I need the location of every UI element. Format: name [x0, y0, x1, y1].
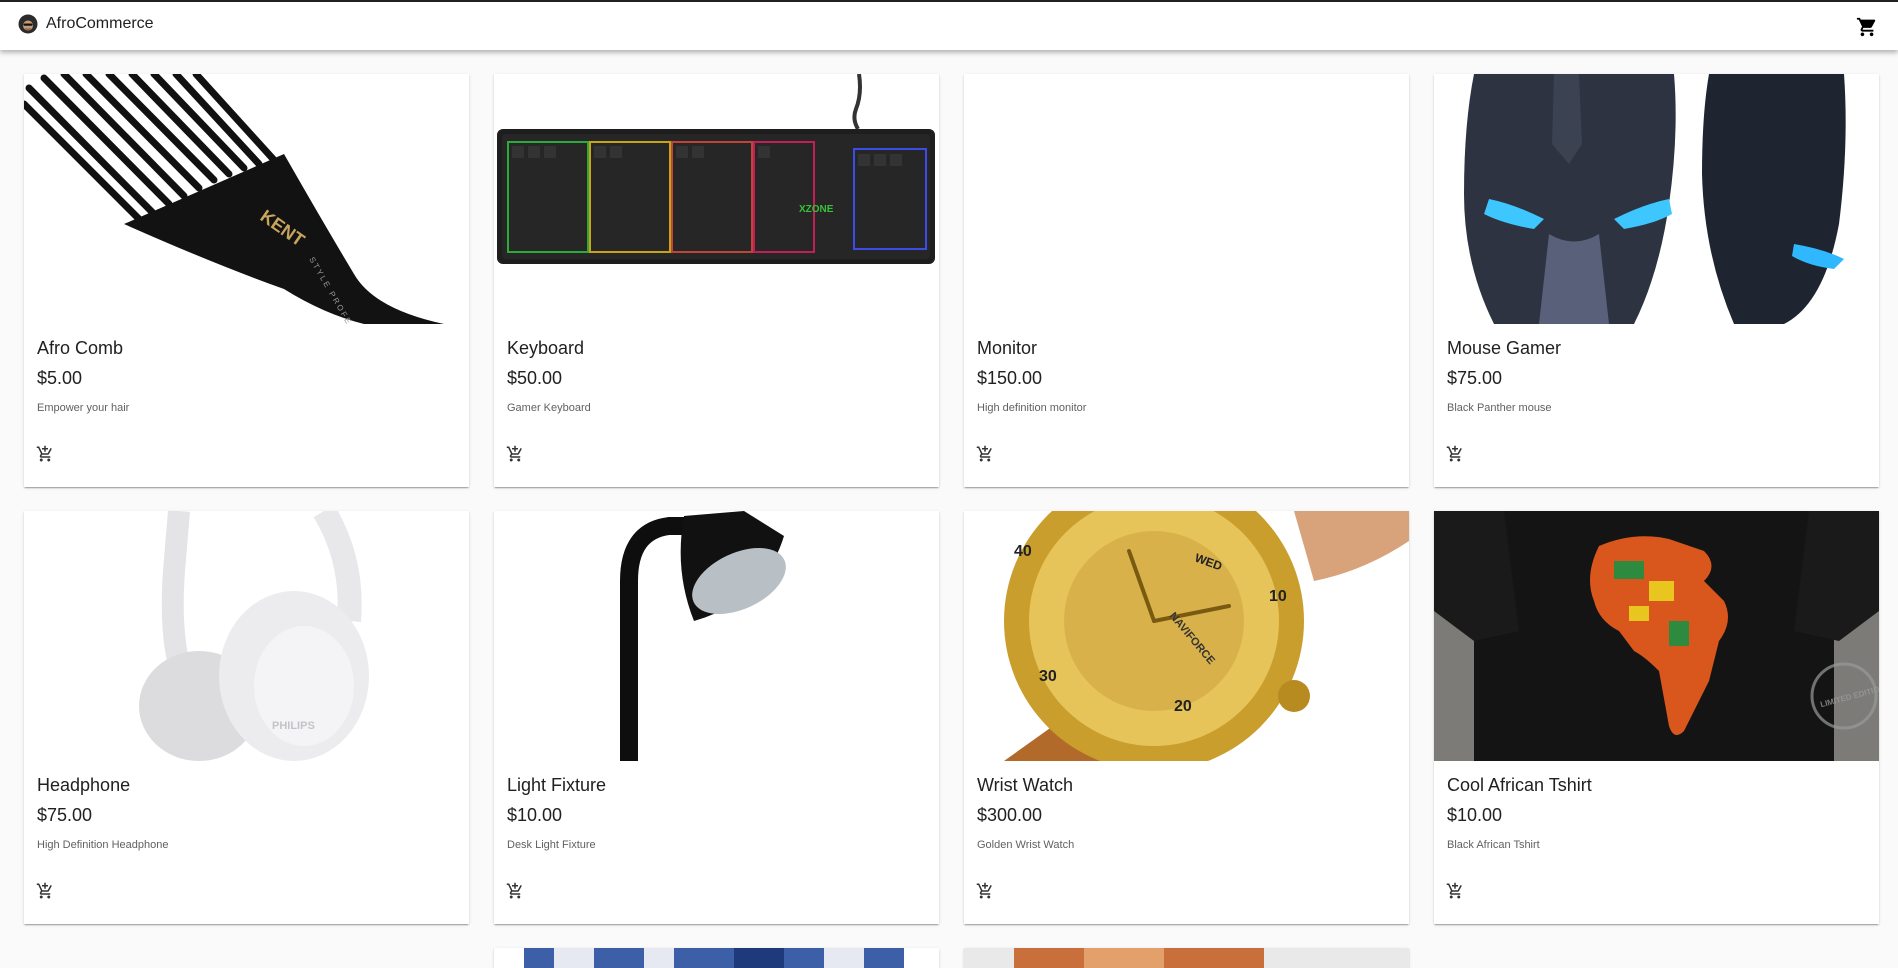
- add-shopping-cart-icon: [1446, 445, 1462, 462]
- product-card-partial[interactable]: [494, 948, 939, 968]
- keyboard-brand-text: XZONE: [799, 204, 834, 215]
- watch-number-30: 30: [1039, 668, 1057, 685]
- product-name: Monitor: [977, 338, 1038, 358]
- tshirt-image[interactable]: LIMITED EDITION: [1434, 511, 1879, 761]
- watch-image[interactable]: WED NAVIFORCE 10 20 30 40: [964, 511, 1409, 761]
- add-to-cart-button[interactable]: [36, 882, 56, 902]
- product-card-headphone[interactable]: PHILIPS Headphone $75.00 High Definition…: [24, 511, 469, 924]
- add-to-cart-button[interactable]: [1446, 882, 1466, 902]
- app-bar: AfroCommerce: [0, 0, 1898, 50]
- product-description: Desk Light Fixture: [507, 839, 596, 851]
- add-shopping-cart-icon: [506, 445, 522, 462]
- add-to-cart-button[interactable]: [976, 445, 996, 465]
- headphone-brand-text: PHILIPS: [272, 720, 315, 732]
- keyboard-image[interactable]: XZONE: [494, 74, 939, 324]
- add-shopping-cart-icon: [36, 445, 52, 462]
- product-image-partial[interactable]: [494, 948, 939, 968]
- product-card-mouse-gamer[interactable]: Mouse Gamer $75.00 Black Panther mouse: [1434, 74, 1879, 487]
- add-shopping-cart-icon: [976, 445, 992, 462]
- afro-face-logo-icon: [18, 14, 38, 34]
- afro-comb-image[interactable]: KENT STYLE PROFESSIONAL: [24, 74, 469, 324]
- product-price: $50.00: [507, 368, 563, 388]
- add-to-cart-button[interactable]: [976, 882, 996, 902]
- product-price: $5.00: [37, 368, 83, 388]
- product-description: High Definition Headphone: [37, 839, 169, 851]
- cart-button[interactable]: [1856, 16, 1878, 38]
- brand[interactable]: AfroCommerce: [18, 14, 154, 34]
- product-price: $75.00: [37, 805, 93, 825]
- add-to-cart-button[interactable]: [506, 445, 526, 465]
- watch-number-20: 20: [1174, 698, 1192, 715]
- lamp-image[interactable]: [494, 511, 939, 761]
- product-name: Mouse Gamer: [1447, 338, 1562, 358]
- monitor-image[interactable]: [964, 74, 1409, 324]
- product-card-african-tshirt[interactable]: LIMITED EDITION Cool African Tshirt $10.…: [1434, 511, 1879, 924]
- app-title: AfroCommerce: [46, 15, 154, 32]
- product-name: Keyboard: [507, 338, 585, 358]
- product-card-light-fixture[interactable]: Light Fixture $10.00 Desk Light Fixture: [494, 511, 939, 924]
- add-shopping-cart-icon: [36, 882, 52, 899]
- product-description: High definition monitor: [977, 402, 1087, 414]
- product-card-partial[interactable]: [964, 948, 1409, 968]
- product-name: Cool African Tshirt: [1447, 775, 1592, 795]
- product-price: $150.00: [977, 368, 1043, 388]
- product-name: Headphone: [37, 775, 131, 795]
- product-description: Golden Wrist Watch: [977, 839, 1075, 851]
- product-card-afro-comb[interactable]: KENT STYLE PROFESSIONAL Afro Comb $5.00 …: [24, 74, 469, 487]
- add-shopping-cart-icon: [976, 882, 992, 899]
- product-description: Black Panther mouse: [1447, 402, 1552, 414]
- watch-number-10: 10: [1269, 588, 1287, 605]
- add-to-cart-button[interactable]: [1446, 445, 1466, 465]
- product-card-monitor[interactable]: Monitor $150.00 High definition monitor: [964, 74, 1409, 487]
- headphone-image[interactable]: PHILIPS: [24, 511, 469, 761]
- product-name: Afro Comb: [37, 338, 124, 358]
- product-name: Light Fixture: [507, 775, 607, 795]
- product-description: Gamer Keyboard: [507, 402, 591, 414]
- product-price: $300.00: [977, 805, 1043, 825]
- product-description: Black African Tshirt: [1447, 839, 1540, 851]
- product-description: Empower your hair: [37, 402, 130, 414]
- product-price: $10.00: [507, 805, 563, 825]
- product-name: Wrist Watch: [977, 775, 1074, 795]
- product-image-partial[interactable]: [964, 948, 1409, 968]
- product-price: $10.00: [1447, 805, 1503, 825]
- add-to-cart-button[interactable]: [36, 445, 56, 465]
- add-to-cart-button[interactable]: [506, 882, 526, 902]
- add-shopping-cart-icon: [1446, 882, 1462, 899]
- add-shopping-cart-icon: [506, 882, 522, 899]
- product-card-keyboard[interactable]: XZONE Keyboard $50.00 Gamer Keyboard: [494, 74, 939, 487]
- shopping-cart-icon: [1856, 17, 1876, 37]
- watch-number-40: 40: [1014, 543, 1032, 560]
- mouse-image[interactable]: [1434, 74, 1879, 324]
- product-card-wrist-watch[interactable]: WED NAVIFORCE 10 20 30 40 Wrist Watch $3…: [964, 511, 1409, 924]
- product-price: $75.00: [1447, 368, 1503, 388]
